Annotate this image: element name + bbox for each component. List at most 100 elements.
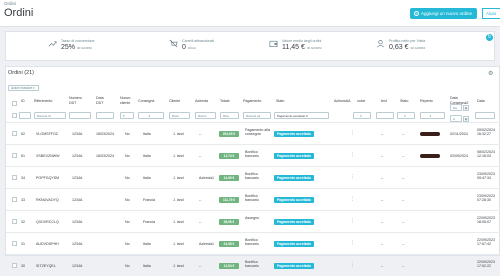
more-actions-icon[interactable]: ⋮ [350, 130, 355, 136]
table-row[interactable]: 34 POPFGQYSM 1234A No Italia J. land Azienda1 1… [6, 166, 500, 188]
row-reference: POPFGQYSM [36, 176, 60, 180]
row-ddt-number: 1234A [72, 198, 83, 202]
plus-circle-icon: + [414, 11, 419, 16]
text-filter[interactable] [376, 112, 394, 119]
add-order-button[interactable]: + Aggiungi un nuovo ordine [410, 8, 477, 19]
row-delivery: Italia [143, 176, 151, 180]
row-date: 09/02/2024 16:32:27 [477, 128, 495, 137]
more-actions-icon[interactable]: ⋮ [350, 196, 355, 202]
row-checkbox[interactable] [12, 175, 17, 180]
row-ddt-number: 1234A [72, 154, 83, 158]
more-actions-icon[interactable]: ⋮ [350, 174, 355, 180]
more-actions-icon[interactable]: ⋮ [350, 218, 355, 224]
row-delivery-date2: 02/11/2024 [450, 132, 468, 136]
total-filter[interactable]: Rice [220, 112, 239, 119]
row-client[interactable]: J. land [173, 198, 184, 202]
col-reperto: Reperto [420, 99, 433, 103]
col-ddt-number[interactable]: Numero DDT [69, 96, 89, 105]
row-delivery: Italia [143, 242, 151, 246]
col-payment[interactable]: Pagamento [243, 99, 261, 104]
gear-icon[interactable]: ⚙ [488, 70, 493, 77]
status-select[interactable]: Pagamento accettato ▾ [274, 112, 329, 119]
row-delivery: Francia [143, 220, 155, 224]
row-total-badge: 38,96 € [219, 219, 239, 225]
delivery-select[interactable]: ▾ [138, 112, 164, 119]
table-row[interactable]: 30 SITZEYQEL 1234A No Italia J. land -- 12,94 €… [6, 254, 500, 276]
breadcrumb[interactable]: Ordini [4, 1, 16, 6]
row-client[interactable]: J. land [173, 220, 184, 224]
row-checkbox[interactable] [12, 263, 17, 268]
row-new-client: No [125, 198, 130, 202]
table-row[interactable]: 62 VLGMSFFOZ 1234A 18/03/2024 No Italia J. lan… [6, 122, 500, 144]
date-from-input[interactable]: Da [450, 104, 462, 111]
row-client[interactable]: J. land [173, 154, 184, 158]
more-actions-icon[interactable]: ⋮ [350, 262, 355, 268]
row-ddt-number: 1234A [72, 264, 83, 268]
col-id[interactable]: ID [21, 99, 25, 104]
row-status-badge[interactable]: Pagamento accettato [274, 131, 314, 137]
row-client[interactable]: J. land [173, 264, 184, 268]
row-date: 22/09/2023 17:52:22 [477, 260, 495, 269]
redacted-reperto [420, 154, 440, 158]
row-payment: Bonifico bancario [245, 260, 259, 269]
row-client[interactable]: J. land [173, 242, 184, 246]
voice-select[interactable]: ▾ [353, 112, 371, 119]
more-actions-icon[interactable]: ⋮ [350, 152, 355, 158]
row-status-badge[interactable]: Pagamento accettato [274, 197, 314, 203]
ddt-filter[interactable] [69, 112, 91, 119]
state-select[interactable]: ▾ [397, 112, 415, 119]
select-all-checkbox[interactable] [12, 101, 17, 106]
row-checkbox[interactable] [12, 197, 17, 202]
more-actions-icon[interactable]: ⋮ [350, 240, 355, 246]
filter-checkbox[interactable] [12, 113, 17, 118]
table-row[interactable]: 61 XSBEVZNWW 1234A 18/03/2024 No Italia J. lan… [6, 144, 500, 166]
new-client-select[interactable]: ▾ [120, 112, 134, 119]
abandoned-cart-icon [169, 39, 178, 48]
table-row[interactable]: 33 RKNUVAOYQ 1234A No Francia J. land -- 111,75… [6, 188, 500, 210]
col-date[interactable]: Data [477, 99, 485, 104]
row-ddt-number: 1234A [72, 132, 83, 136]
table-row[interactable]: 32 QXDVRCCLQ 1234A No Francia J. land -- 38,96 … [6, 210, 500, 232]
col-new-client[interactable]: Nuovo cliente [120, 96, 138, 105]
row-ddt-number: 1234A [72, 176, 83, 180]
row-status-badge[interactable]: Pagamento accettato [274, 219, 314, 225]
row-new-client: No [125, 264, 130, 268]
client-filter[interactable]: Ricer [169, 112, 190, 119]
col-status[interactable]: Stato [276, 99, 284, 104]
row-client[interactable]: J. land [173, 132, 184, 136]
row-status-badge[interactable]: Pagamento accettato [274, 153, 314, 159]
bulk-actions-label: Azioni massive [11, 86, 33, 90]
refresh-icon[interactable]: ↻ [486, 34, 493, 41]
row-text: -- [381, 198, 384, 202]
row-state: -- [402, 220, 405, 224]
row-status-badge[interactable]: Pagamento accettato [274, 175, 314, 181]
row-company: -- [199, 198, 202, 202]
row-status-badge[interactable]: Pagamento accettato [274, 241, 314, 247]
reference-filter[interactable]: Ricerca rif. [34, 112, 66, 119]
row-checkbox[interactable] [12, 241, 17, 246]
col-ddt-date[interactable]: Data DDT [96, 96, 111, 105]
row-client[interactable]: J. land [173, 176, 184, 180]
calendar-icon[interactable]: ▦ [463, 105, 469, 111]
row-delivery: Italia [143, 264, 151, 268]
kpi-period: 30 GIORNI [306, 46, 322, 50]
col-company[interactable]: Azienda [195, 99, 208, 104]
help-button[interactable]: Aiuto [482, 8, 500, 19]
col-total[interactable]: Totale [220, 99, 230, 104]
reperto-select[interactable]: ▾ [420, 112, 445, 119]
col-delivery[interactable]: Consegna [138, 99, 154, 104]
row-checkbox[interactable] [12, 219, 17, 224]
payment-filter[interactable]: Ricerca pa [243, 112, 271, 119]
col-client[interactable]: Cliente [169, 99, 180, 104]
row-checkbox[interactable] [12, 153, 17, 158]
bulk-actions-dropdown[interactable]: Azioni massive ▾ [8, 85, 39, 91]
row-reference: XSBEVZNWW [36, 154, 60, 158]
ddt-date-filter[interactable] [96, 112, 114, 119]
row-status-badge[interactable]: Pagamento accettato [274, 263, 314, 269]
id-filter[interactable] [19, 112, 31, 119]
date-filter[interactable] [475, 112, 495, 119]
date-to-input[interactable]: A [450, 115, 462, 122]
row-checkbox[interactable] [12, 131, 17, 136]
company-filter[interactable]: Ricerc [195, 112, 216, 119]
col-reference[interactable]: Riferimento [34, 99, 52, 104]
